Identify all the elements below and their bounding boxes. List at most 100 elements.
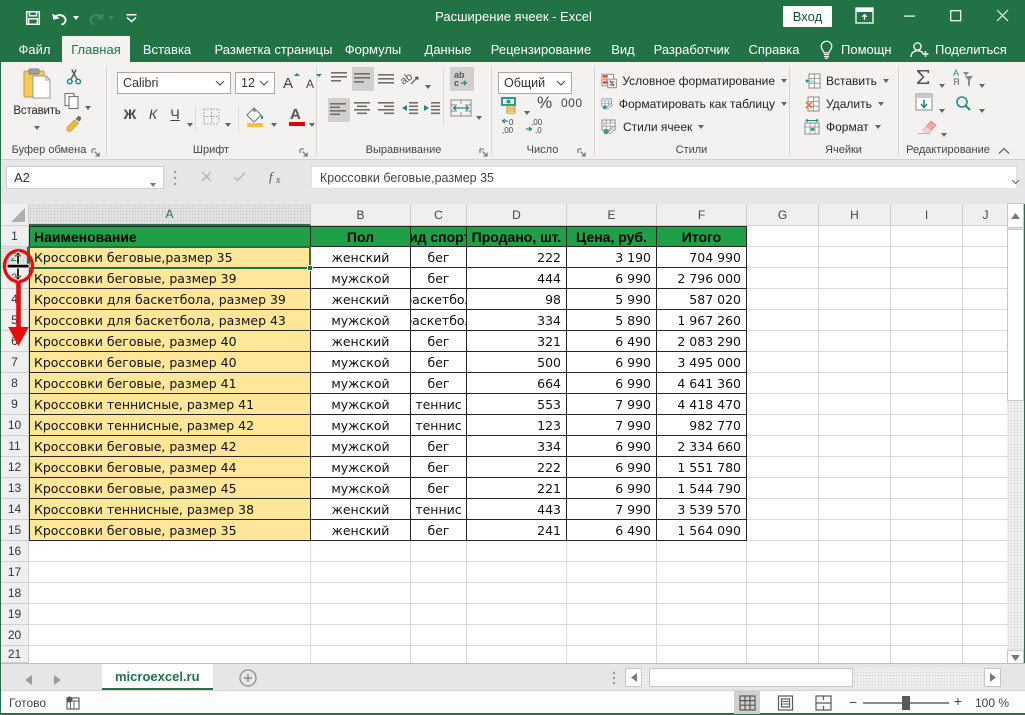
merge-center-button[interactable] [450, 99, 474, 121]
column-header-f[interactable]: F [657, 204, 747, 226]
share-button[interactable]: Поделиться [909, 36, 1007, 62]
table-cell[interactable]: мужской [311, 394, 411, 415]
view-normal-button[interactable] [734, 691, 760, 714]
table-cell[interactable]: 5 990 [567, 289, 657, 310]
format-cells-button[interactable]: Формат [804, 116, 894, 138]
underline-button[interactable]: Ч [165, 106, 185, 128]
clear-button[interactable] [917, 118, 939, 138]
table-cell[interactable]: 6 990 [567, 478, 657, 499]
enter-entry-button[interactable] [233, 169, 251, 187]
underline-caret[interactable] [187, 114, 193, 132]
row-header-20[interactable]: 20 [1, 625, 29, 646]
sheet-nav-right-button[interactable] [54, 672, 68, 684]
table-cell[interactable]: 6 990 [567, 373, 657, 394]
table-cell[interactable]: бег [411, 352, 467, 373]
tab-file[interactable]: Файл [7, 36, 62, 62]
row-header-10[interactable]: 10 [1, 415, 29, 436]
minimize-button[interactable] [887, 0, 933, 31]
new-sheet-button[interactable] [239, 669, 257, 687]
select-all-corner[interactable] [1, 204, 29, 226]
find-select-caret[interactable] [979, 100, 985, 118]
tab-view[interactable]: Вид [601, 36, 645, 62]
table-cell[interactable]: бег [411, 247, 467, 268]
table-cell[interactable]: 5 890 [567, 310, 657, 331]
customize-qat-button[interactable] [123, 6, 139, 30]
table-cell[interactable]: 334 [467, 310, 567, 331]
fill-color-button[interactable] [245, 106, 269, 130]
table-cell[interactable]: 123 [467, 415, 567, 436]
decrease-decimal-button[interactable]: ,00,0 [525, 117, 547, 137]
table-cell[interactable]: баскетбол [411, 310, 467, 331]
table-cell[interactable]: 6 990 [567, 436, 657, 457]
table-cell[interactable]: теннис [411, 394, 467, 415]
table-cell[interactable]: Кроссовки беговые, размер 39 [29, 268, 311, 289]
table-cell[interactable]: баскетбол [411, 289, 467, 310]
table-cell[interactable]: женский [311, 520, 411, 541]
sort-filter-caret[interactable] [979, 75, 985, 93]
autosum-button[interactable] [915, 68, 937, 90]
row-header-8[interactable]: 8 [1, 373, 29, 394]
view-page-break-button[interactable] [810, 691, 836, 714]
table-cell[interactable]: бег [411, 478, 467, 499]
row-header-3[interactable]: 3 [1, 268, 29, 289]
scroll-left-button[interactable] [625, 668, 642, 687]
fill-caret[interactable] [939, 100, 945, 118]
table-header-cell[interactable]: Продано, шт. [467, 226, 567, 247]
table-header-cell[interactable]: Вид спорта [411, 226, 467, 247]
table-cell[interactable]: 6 990 [567, 457, 657, 478]
table-cell[interactable]: 444 [467, 268, 567, 289]
table-cell[interactable]: Кроссовки беговые, размер 45 [29, 478, 311, 499]
row-header-1[interactable]: 1 [1, 226, 29, 247]
format-painter-button[interactable] [64, 114, 88, 136]
view-page-layout-button[interactable] [772, 691, 798, 714]
table-cell[interactable]: 553 [467, 394, 567, 415]
table-cell[interactable]: Кроссовки теннисные, размер 41 [29, 394, 311, 415]
tab-developer[interactable]: Разработчик [649, 36, 734, 62]
table-cell[interactable]: 7 990 [567, 394, 657, 415]
tab-review[interactable]: Рецензирование [481, 36, 601, 62]
name-box[interactable]: A2 [6, 166, 164, 189]
clear-caret[interactable] [941, 124, 947, 142]
formula-bar-expand-button[interactable] [1011, 172, 1020, 190]
vertical-scrollbar[interactable] [1007, 203, 1024, 665]
align-center-button[interactable] [354, 101, 374, 121]
delete-cells-button[interactable]: Удалить [804, 93, 894, 115]
fill-button[interactable] [915, 93, 937, 115]
number-format-combo[interactable]: Общий [498, 72, 572, 94]
insert-function-button[interactable]: fx [269, 168, 289, 188]
cancel-entry-button[interactable] [201, 169, 219, 187]
table-cell[interactable]: женский [311, 499, 411, 520]
table-header-cell[interactable]: Наименование [29, 226, 311, 247]
table-cell[interactable]: мужской [311, 478, 411, 499]
zoom-level[interactable]: 100 % [975, 696, 1009, 710]
percent-style-button[interactable]: % [537, 93, 559, 113]
table-cell[interactable]: мужской [311, 268, 411, 289]
increase-decimal-button[interactable]: 0,00 [501, 117, 523, 137]
sheet-nav-left-button[interactable] [25, 672, 39, 684]
orientation-caret[interactable] [425, 76, 431, 94]
row-header-6[interactable]: 6 [1, 331, 29, 352]
table-cell[interactable]: Кроссовки беговые, размер 35 [29, 520, 311, 541]
ribbon-display-options-button[interactable] [841, 0, 887, 31]
scroll-up-button[interactable] [1007, 203, 1024, 228]
table-cell[interactable]: 4 418 470 [657, 394, 747, 415]
column-header-c[interactable]: C [411, 204, 467, 226]
tab-home[interactable]: Главная [62, 36, 130, 62]
save-button[interactable] [24, 6, 42, 30]
macro-record-button[interactable] [65, 695, 83, 711]
decrease-font-button[interactable]: A [304, 72, 324, 94]
table-cell[interactable]: Кроссовки для баскетбола, размер 43 [29, 310, 311, 331]
table-cell[interactable]: бег [411, 331, 467, 352]
copy-button[interactable] [63, 92, 99, 112]
table-cell[interactable]: 6 990 [567, 268, 657, 289]
table-cell[interactable]: Кроссовки беговые, размер 44 [29, 457, 311, 478]
table-header-cell[interactable]: Цена, руб. [567, 226, 657, 247]
table-cell[interactable]: 587 020 [657, 289, 747, 310]
undo-caret[interactable] [70, 6, 82, 30]
table-cell[interactable]: теннис [411, 415, 467, 436]
row-header-12[interactable]: 12 [1, 457, 29, 478]
table-cell[interactable]: 7 990 [567, 415, 657, 436]
table-cell[interactable]: 1 551 780 [657, 457, 747, 478]
table-cell[interactable]: 2 334 660 [657, 436, 747, 457]
table-cell[interactable]: бег [411, 457, 467, 478]
